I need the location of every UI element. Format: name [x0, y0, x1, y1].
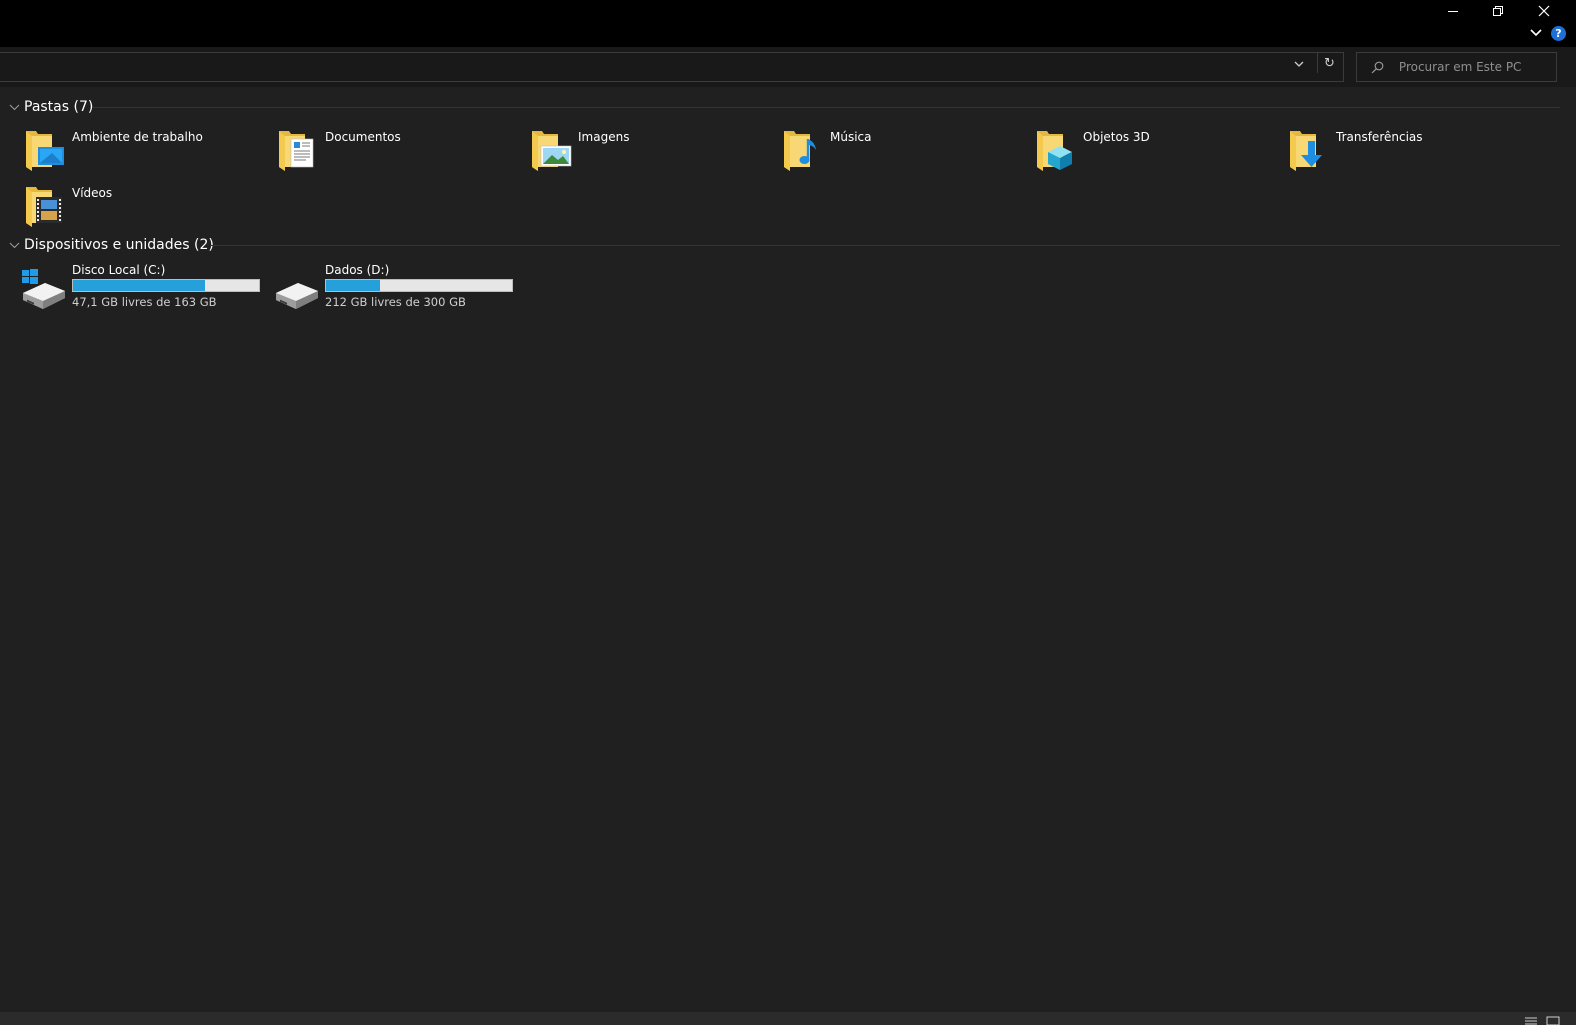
chevron-down-icon — [8, 239, 20, 251]
folder-label: Ambiente de trabalho — [72, 130, 203, 144]
drive-usage-bar — [325, 279, 513, 292]
folder-label: Documentos — [325, 130, 401, 144]
drive-label: Dados (D:) — [325, 263, 390, 277]
restore-button[interactable] — [1475, 0, 1521, 22]
details-view-icon[interactable] — [1524, 1015, 1538, 1025]
3d-objects-folder-icon — [1037, 131, 1072, 171]
chevron-down-icon — [1530, 29, 1542, 37]
folder-item-music[interactable]: Música — [780, 127, 1020, 177]
hard-drive-icon — [276, 283, 318, 309]
group-divider — [92, 107, 1560, 108]
drive-usage-bar — [72, 279, 260, 292]
title-bar: ? — [0, 0, 1576, 47]
drive-label: Disco Local (C:) — [72, 263, 166, 277]
folder-item-videos[interactable]: Vídeos — [22, 183, 262, 233]
drive-free-space: 212 GB livres de 300 GB — [325, 295, 466, 309]
folder-item-documents[interactable]: Documentos — [275, 127, 515, 177]
drives-group-header[interactable]: Dispositivos e unidades (2) — [8, 234, 214, 256]
chevron-down-icon — [8, 101, 20, 113]
windows-drive-icon — [22, 269, 65, 309]
desktop-folder-icon — [26, 131, 64, 171]
folder-item-downloads[interactable]: Transferências — [1286, 127, 1526, 177]
folder-label: Transferências — [1336, 130, 1423, 144]
folder-item-desktop[interactable]: Ambiente de trabalho — [22, 127, 262, 177]
folder-label: Vídeos — [72, 186, 113, 200]
refresh-button[interactable]: ↻ — [1317, 53, 1341, 73]
search-box[interactable] — [1356, 52, 1557, 82]
videos-folder-icon — [26, 187, 62, 227]
pictures-folder-icon — [532, 131, 572, 171]
drive-item-c[interactable]: Disco Local (C:) 47,1 GB livres de 163 G… — [21, 263, 266, 319]
folder-label: Objetos 3D — [1083, 130, 1150, 144]
search-input[interactable] — [1396, 59, 1556, 75]
refresh-icon: ↻ — [1324, 55, 1335, 71]
music-folder-icon — [784, 131, 816, 171]
minimize-icon — [1448, 11, 1458, 12]
chevron-down-icon — [1294, 61, 1304, 67]
group-divider — [210, 245, 1560, 246]
close-button[interactable] — [1521, 0, 1567, 22]
address-bar-row: ↻ — [0, 47, 1576, 87]
folder-item-3d-objects[interactable]: Objetos 3D — [1033, 127, 1273, 177]
folder-label: Música — [830, 130, 872, 144]
help-button[interactable]: ? — [1551, 26, 1566, 41]
drive-free-space: 47,1 GB livres de 163 GB — [72, 295, 217, 309]
status-bar — [0, 1012, 1576, 1025]
folder-item-pictures[interactable]: Imagens — [528, 127, 768, 177]
close-icon — [1538, 5, 1550, 17]
folders-group-title: Pastas (7) — [24, 99, 94, 115]
documents-folder-icon — [279, 131, 314, 171]
folders-group-header[interactable]: Pastas (7) — [8, 96, 93, 118]
address-bar[interactable] — [0, 52, 1344, 82]
address-history-button[interactable] — [1289, 54, 1309, 74]
drive-item-d[interactable]: Dados (D:) 212 GB livres de 300 GB — [274, 263, 519, 319]
drive-usage-fill — [73, 280, 206, 291]
expand-ribbon-button[interactable] — [1528, 25, 1544, 41]
large-icons-view-icon[interactable] — [1546, 1015, 1560, 1025]
drive-usage-fill — [326, 280, 380, 291]
restore-icon — [1493, 6, 1503, 16]
search-icon — [1371, 60, 1385, 74]
folder-label: Imagens — [578, 130, 630, 144]
minimize-button[interactable] — [1430, 0, 1476, 22]
drives-group-title: Dispositivos e unidades (2) — [24, 237, 214, 253]
downloads-folder-icon — [1290, 131, 1322, 171]
help-label: ? — [1555, 27, 1562, 40]
